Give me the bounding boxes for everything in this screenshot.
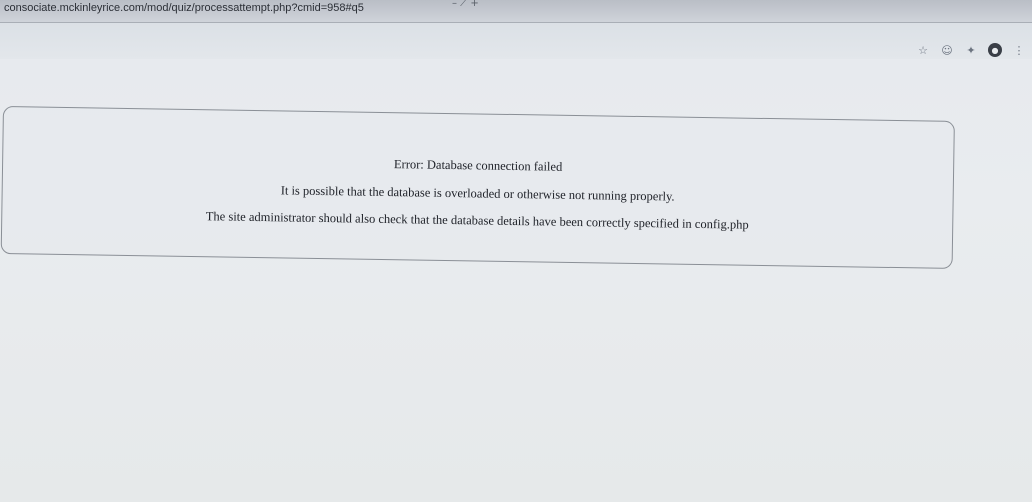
profile-icon[interactable]: ● xyxy=(988,43,1002,57)
toolbar-icons: ☆ ☺ ✦ ● ⋮ xyxy=(916,43,1026,57)
star-icon[interactable]: ☆ xyxy=(916,43,930,57)
menu-icon[interactable]: ⋮ xyxy=(1012,43,1026,57)
browser-address-strip: consociate.mckinleyrice.com/mod/quiz/pro… xyxy=(0,0,1032,23)
url-text[interactable]: consociate.mckinleyrice.com/mod/quiz/pro… xyxy=(4,2,364,14)
smiley-icon[interactable]: ☺ xyxy=(940,43,954,57)
error-detail-config: The site administrator should also check… xyxy=(205,209,749,232)
browser-toolbar: ☆ ☺ ✦ ● ⋮ xyxy=(0,23,1032,59)
error-detail-overloaded: It is possible that the database is over… xyxy=(280,183,675,204)
error-title: Error: Database connection failed xyxy=(393,157,563,174)
tab-strip-marks: – ⟋ + xyxy=(452,0,479,9)
error-box: Error: Database connection failed It is … xyxy=(0,106,955,269)
extension-icon[interactable]: ✦ xyxy=(964,43,978,57)
